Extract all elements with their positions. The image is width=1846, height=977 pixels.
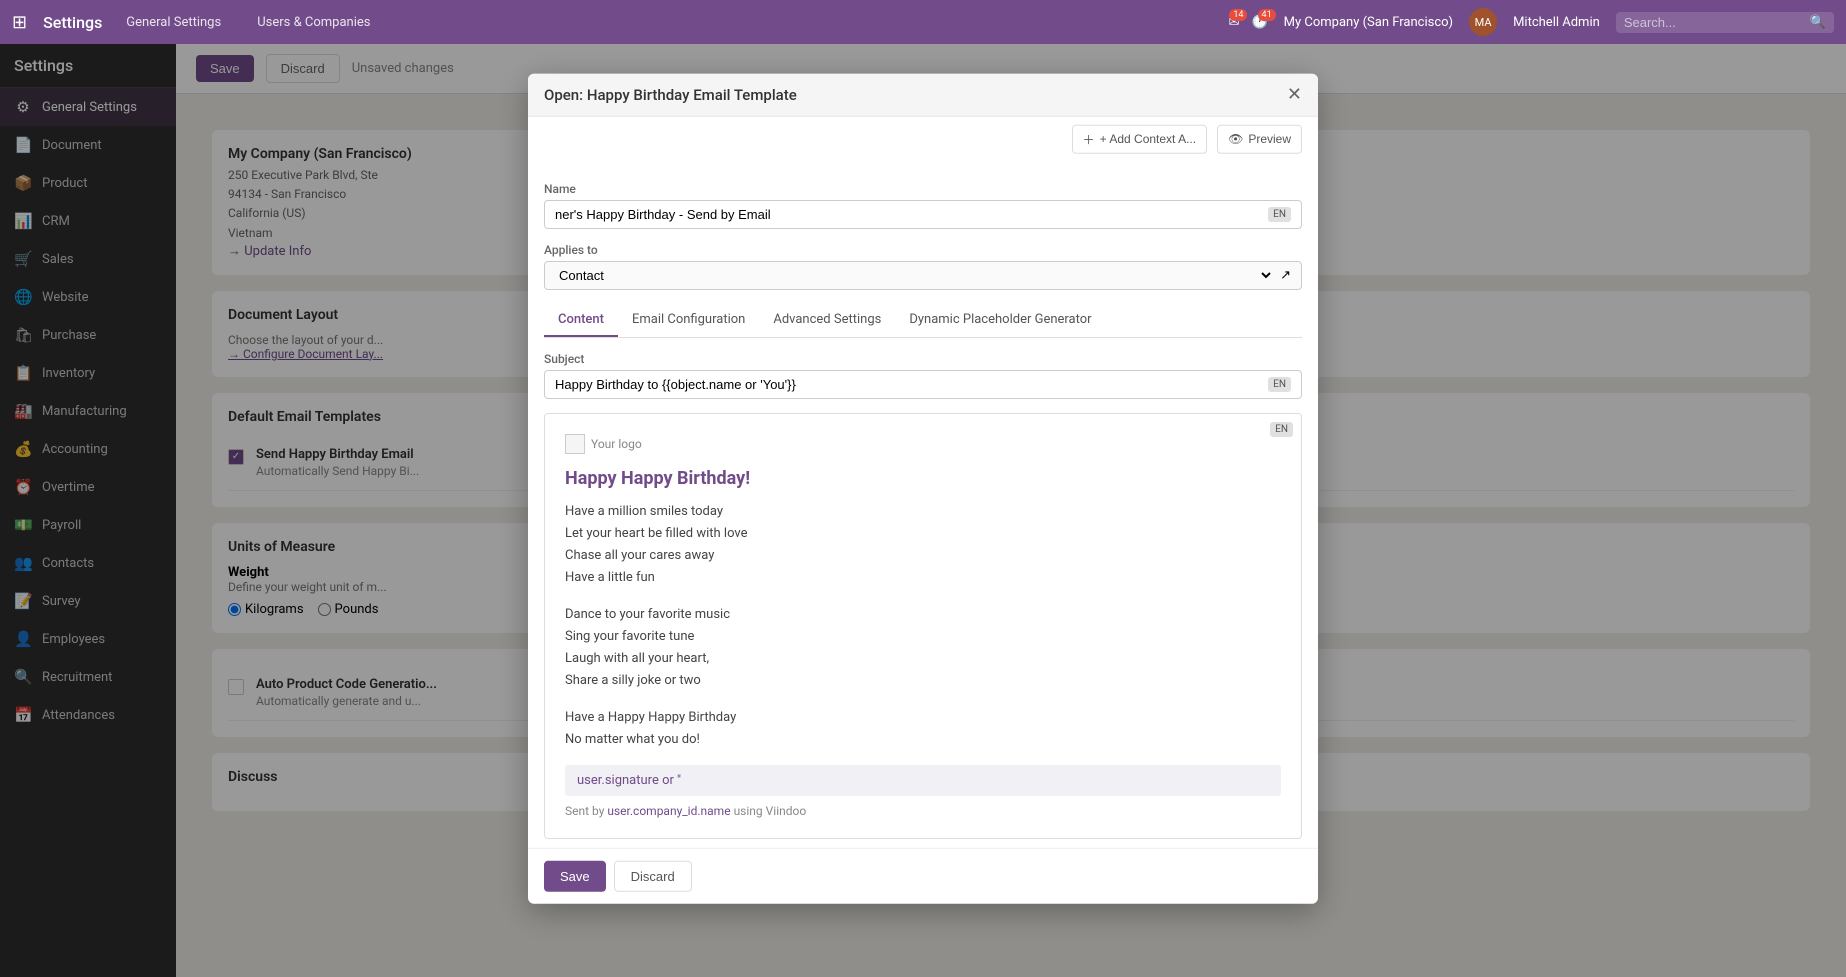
tab-advanced-settings[interactable]: Advanced Settings <box>759 303 895 336</box>
name-label: Name <box>544 181 1302 195</box>
applies-to-select[interactable]: Contact <box>555 266 1274 283</box>
modal-toolbar: ＋ + Add Context A... 👁 Preview <box>528 116 1318 165</box>
external-link-icon[interactable]: ↗ <box>1280 267 1291 282</box>
modal-body: Name EN Applies to Contact ↗ Content Ema… <box>528 165 1318 847</box>
modal-footer: Save Discard <box>528 848 1318 904</box>
apps-icon[interactable]: ⊞ <box>12 12 27 33</box>
name-input-container: EN <box>544 199 1302 228</box>
top-nav-items: General Settings Users & Companies <box>118 11 378 34</box>
applies-to-select-container[interactable]: Contact ↗ <box>544 260 1302 289</box>
email-sent-by: Sent by user.company_id.name using Viind… <box>565 804 1281 818</box>
badge-activities[interactable]: 🕐 41 <box>1251 15 1267 30</box>
search-bar: 🔍 <box>1616 12 1834 33</box>
subject-input[interactable] <box>555 376 1268 391</box>
logo-text: Your logo <box>591 436 642 450</box>
email-signature: user.signature or '' <box>565 765 1281 796</box>
logo-icon <box>565 433 585 453</box>
modal-happy-birthday-template: Open: Happy Birthday Email Template ✕ ＋ … <box>528 73 1318 903</box>
subject-input-container: EN <box>544 369 1302 398</box>
email-preview: EN Your logo Happy Happy Birthday! Have … <box>544 412 1302 839</box>
preview-icon: 👁 <box>1228 132 1243 146</box>
name-lang-badge: EN <box>1268 206 1291 221</box>
sent-by-link[interactable]: user.company_id.name <box>607 804 730 818</box>
body-line-5: Sing your favorite tune <box>565 626 1281 648</box>
subject-lang-badge: EN <box>1268 376 1291 391</box>
email-logo: Your logo <box>565 433 1281 453</box>
subject-field: Subject EN <box>544 351 1302 398</box>
applies-to-label: Applies to <box>544 242 1302 256</box>
tab-dynamic-placeholder[interactable]: Dynamic Placeholder Generator <box>895 303 1105 336</box>
name-input[interactable] <box>555 206 1264 221</box>
body-line-8: Have a Happy Happy Birthday <box>565 707 1281 729</box>
preview-lang-badge: EN <box>1270 421 1293 436</box>
activities-count: 41 <box>1258 9 1276 21</box>
modal-title: Open: Happy Birthday Email Template <box>544 85 797 103</box>
name-field: Name EN <box>544 181 1302 228</box>
tab-email-configuration[interactable]: Email Configuration <box>618 303 759 336</box>
body-line-7: Share a silly joke or two <box>565 670 1281 692</box>
search-icon: 🔍 <box>1810 15 1826 30</box>
modal-close-button[interactable]: ✕ <box>1287 85 1302 103</box>
body-line-0: Have a million smiles today <box>565 500 1281 522</box>
add-context-button[interactable]: ＋ + Add Context A... <box>1072 124 1207 153</box>
body-line-3: Have a little fun <box>565 567 1281 589</box>
signature-text: user.signature or '' <box>577 773 681 788</box>
top-nav: ⊞ Settings General Settings Users & Comp… <box>0 0 1846 44</box>
body-line-4: Dance to your favorite music <box>565 604 1281 626</box>
nav-users-companies[interactable]: Users & Companies <box>249 11 378 34</box>
applies-to-field: Applies to Contact ↗ <box>544 242 1302 289</box>
modal-discard-button[interactable]: Discard <box>614 861 692 892</box>
user-name[interactable]: Mitchell Admin <box>1513 15 1600 30</box>
body-line-1: Let your heart be filled with love <box>565 522 1281 544</box>
plus-icon: ＋ <box>1083 130 1095 147</box>
modal-header: Open: Happy Birthday Email Template ✕ <box>528 73 1318 116</box>
user-avatar[interactable]: MA <box>1469 8 1497 36</box>
sent-by-using: using Viindoo <box>734 804 807 818</box>
notification-badges: ✉ 14 🕐 41 <box>1229 15 1268 30</box>
app-title: Settings <box>43 13 102 32</box>
modal-save-button[interactable]: Save <box>544 861 606 892</box>
email-body: Have a million smiles today Let your hea… <box>565 500 1281 751</box>
body-line-9: No matter what you do! <box>565 729 1281 751</box>
modal-tabs: Content Email Configuration Advanced Set… <box>544 303 1302 337</box>
body-line-2: Chase all your cares away <box>565 544 1281 566</box>
nav-general-settings[interactable]: General Settings <box>118 11 229 34</box>
badge-messages[interactable]: ✉ 14 <box>1229 15 1240 30</box>
tab-content[interactable]: Content <box>544 303 618 336</box>
subject-label: Subject <box>544 351 1302 365</box>
body-line-6: Laugh with all your heart, <box>565 648 1281 670</box>
messages-count: 14 <box>1229 9 1247 21</box>
preview-button[interactable]: 👁 Preview <box>1217 124 1302 153</box>
company-name[interactable]: My Company (San Francisco) <box>1284 15 1453 30</box>
search-input[interactable] <box>1624 15 1804 30</box>
email-heading: Happy Happy Birthday! <box>565 467 1281 488</box>
